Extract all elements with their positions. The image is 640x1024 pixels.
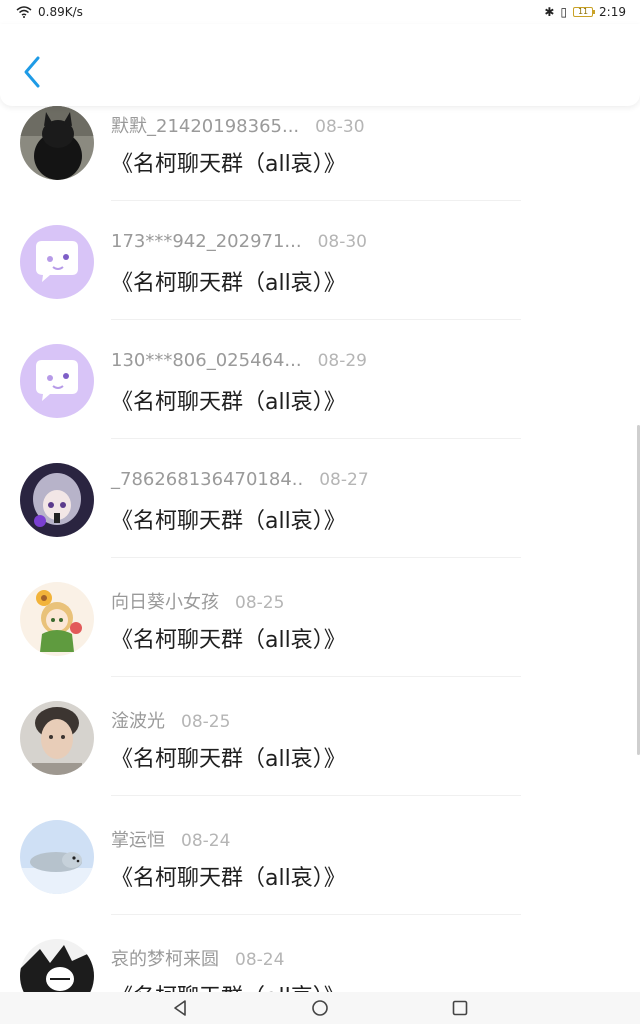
avatar[interactable] [20,701,94,775]
divider [111,319,521,320]
message-text: 《名柯聊天群（all哀）》 [111,390,346,415]
avatar[interactable] [20,939,94,992]
battery-icon: 11 [573,7,596,17]
divider [111,438,521,439]
chat-bubble-icon [36,360,78,401]
divider [111,557,521,558]
message-date: 08-30 [317,232,367,252]
manga-avatar-icon [20,939,94,992]
item-meta: _786268136470184.. 08-27 [111,469,369,490]
avatar[interactable] [20,106,94,180]
list-item[interactable]: 向日葵小女孩 08-25 《名柯聊天群（all哀）》 [0,582,640,701]
message-list[interactable]: 默默_21420198365... 08-30 《名柯聊天群（all哀）》 17… [0,106,640,992]
message-date: 08-29 [317,351,367,371]
divider [111,795,521,796]
message-date: 08-24 [235,950,285,970]
sender-name: 向日葵小女孩 [111,592,219,613]
chat-bubble-icon [36,241,78,282]
black-cat-avatar-icon [20,106,94,180]
status-left: 0.89K/s [16,5,83,19]
sender-name: 173***942_202971... [111,231,302,252]
divider [111,200,521,201]
photo-person-avatar-icon [20,701,94,775]
system-nav-bar [0,992,640,1024]
avatar[interactable] [20,820,94,894]
divider [111,676,521,677]
sender-name: 默默_21420198365... [111,116,300,137]
sender-name: 130***806_025464... [111,350,302,371]
message-date: 08-27 [319,470,369,490]
sunflower-girl-avatar-icon [20,582,94,656]
divider [111,914,521,915]
status-right: ✱ ▯ 11 2:19 [544,5,626,19]
network-speed: 0.89K/s [38,5,83,19]
message-text: 《名柯聊天群（all哀）》 [111,866,346,891]
nav-recents-icon[interactable] [451,999,469,1017]
status-bar: 0.89K/s ✱ ▯ 11 2:19 [0,0,640,24]
sender-name: 掌运恒 [111,830,165,851]
seal-avatar-icon [20,820,94,894]
item-meta: 掌运恒 08-24 [111,826,230,852]
anime-character-avatar-icon [20,463,94,537]
avatar[interactable] [20,225,94,299]
avatar[interactable] [20,344,94,418]
list-item[interactable]: 130***806_025464... 08-29 《名柯聊天群（all哀）》 [0,344,640,463]
message-text: 《名柯聊天群（all哀）》 [111,152,346,177]
list-item[interactable]: 淦波光 08-25 《名柯聊天群（all哀）》 [0,701,640,820]
message-text: 《名柯聊天群（all哀）》 [111,509,346,534]
item-meta: 哀的梦柯来圆 08-24 [111,945,284,971]
message-date: 08-24 [181,831,231,851]
nav-home-icon[interactable] [311,999,329,1017]
item-meta: 173***942_202971... 08-30 [111,231,367,252]
list-item[interactable]: 哀的梦柯来圆 08-24 《名柯聊天群（all哀）》 [0,939,640,992]
avatar[interactable] [20,582,94,656]
message-text: 《名柯聊天群（all哀）》 [111,271,346,296]
top-app-bar [0,24,640,106]
bluetooth-icon: ✱ [544,5,555,19]
list-item[interactable]: _786268136470184.. 08-27 《名柯聊天群（all哀）》 [0,463,640,582]
message-date: 08-30 [315,117,365,137]
vibrate-icon: ▯ [560,5,568,19]
clock: 2:19 [599,5,626,19]
list-item[interactable]: 掌运恒 08-24 《名柯聊天群（all哀）》 [0,820,640,939]
item-meta: 向日葵小女孩 08-25 [111,588,284,614]
message-text: 《名柯聊天群（all哀）》 [111,628,346,653]
wifi-icon [16,6,32,18]
item-meta: 默默_21420198365... 08-30 [111,112,365,138]
back-button[interactable] [18,54,48,90]
message-date: 08-25 [181,712,231,732]
sender-name: 淦波光 [111,711,165,732]
battery-level: 11 [577,7,589,16]
message-text: 《名柯聊天群（all哀）》 [111,979,346,992]
item-meta: 淦波光 08-25 [111,707,230,733]
avatar[interactable] [20,463,94,537]
sender-name: _786268136470184.. [111,469,304,490]
message-date: 08-25 [235,593,285,613]
message-text: 《名柯聊天群（all哀）》 [111,747,346,772]
list-item[interactable]: 默默_21420198365... 08-30 《名柯聊天群（all哀）》 [0,106,640,225]
item-meta: 130***806_025464... 08-29 [111,350,367,371]
chevron-left-icon [24,56,40,88]
nav-back-icon[interactable] [171,999,189,1017]
sender-name: 哀的梦柯来圆 [111,949,219,970]
list-item[interactable]: 173***942_202971... 08-30 《名柯聊天群（all哀）》 [0,225,640,344]
